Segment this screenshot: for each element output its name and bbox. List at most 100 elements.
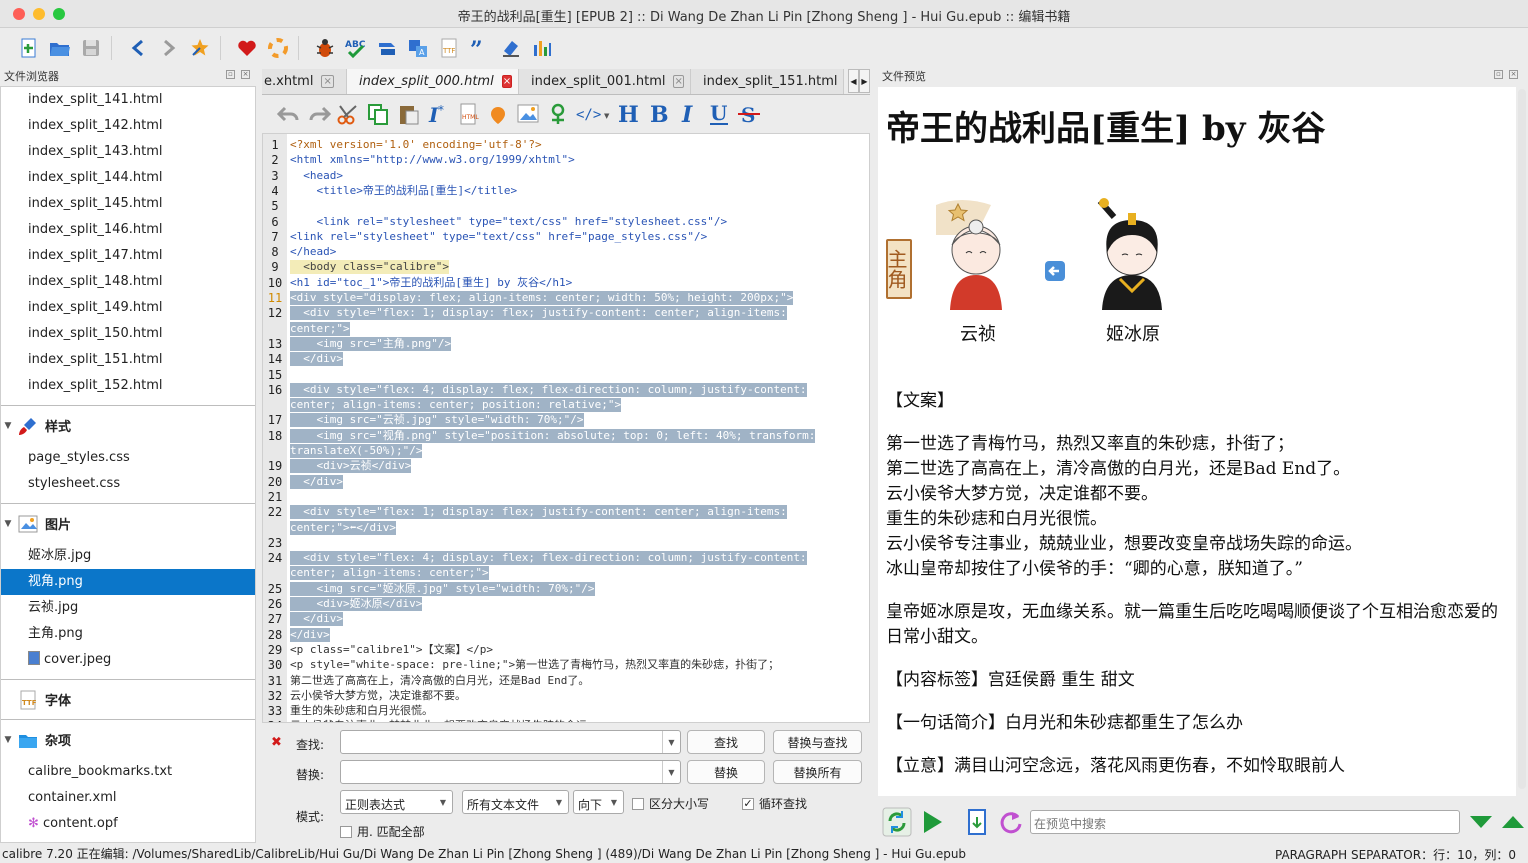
checkbox-box[interactable] — [340, 825, 352, 838]
file-item-html[interactable]: index_split_146.html — [1, 217, 255, 243]
checkpoint-icon[interactable] — [185, 33, 214, 62]
file-item-html[interactable]: index_split_149.html — [1, 295, 255, 321]
insert-special-char-icon[interactable]: I * — [426, 102, 452, 126]
wrap-checkbox[interactable]: ✓ 循环查找 — [742, 795, 807, 812]
find-history-dropdown-icon[interactable]: ▼ — [662, 731, 680, 753]
close-panel-button[interactable]: × — [1509, 70, 1518, 79]
file-item-image[interactable]: cover.jpeg — [1, 647, 255, 673]
file-item-html[interactable]: index_split_152.html — [1, 373, 255, 399]
close-tab-icon[interactable]: × — [673, 75, 684, 88]
preview-scrollbar[interactable] — [1518, 89, 1526, 789]
tab-index-split-000[interactable]: index_split_000.html × — [347, 69, 519, 94]
sync-icon[interactable] — [998, 809, 1024, 835]
file-item-css[interactable]: stylesheet.css — [1, 471, 255, 497]
open-folder-icon[interactable] — [45, 33, 74, 62]
file-item-html[interactable]: index_split_148.html — [1, 269, 255, 295]
direction-select[interactable]: 向下 ▼ — [573, 790, 624, 814]
file-item-html[interactable]: index_split_143.html — [1, 139, 255, 165]
file-item-image[interactable]: 云祯.jpg — [1, 595, 255, 621]
float-panel-button[interactable]: ▫ — [1494, 70, 1503, 79]
cut-icon[interactable] — [336, 102, 362, 126]
expand-arrow-icon[interactable]: ▼ — [1, 421, 15, 431]
file-item-image[interactable]: 视角.png — [1, 569, 255, 595]
forward-icon[interactable] — [154, 33, 183, 62]
search-previous-icon[interactable] — [1500, 812, 1526, 832]
replace-input[interactable]: ▼ — [340, 760, 681, 784]
scope-select[interactable]: 所有文本文件 ▼ — [462, 790, 569, 814]
underline-icon[interactable]: U — [706, 102, 732, 126]
paste-icon[interactable] — [396, 102, 422, 126]
expand-arrow-icon[interactable]: ▼ — [1, 735, 15, 745]
file-item-html[interactable]: index_split_144.html — [1, 165, 255, 191]
insert-link-icon[interactable] — [546, 102, 572, 126]
italic-icon[interactable]: I — [676, 102, 702, 126]
redo-icon[interactable] — [306, 102, 332, 126]
tab-scroll-right-icon[interactable]: ▶ — [859, 69, 870, 93]
close-find-icon[interactable]: ✖ — [271, 735, 282, 750]
file-item-image[interactable]: 姬冰原.jpg — [1, 543, 255, 569]
file-item-html[interactable]: index_split_151.html — [1, 347, 255, 373]
copy-icon[interactable] — [366, 102, 392, 126]
file-item-html[interactable]: index_split_141.html — [1, 87, 255, 113]
insert-tag-icon[interactable] — [486, 102, 512, 126]
smart-quotes-icon[interactable]: ” — [465, 33, 494, 62]
heading-icon[interactable]: H — [616, 102, 642, 126]
spellcheck-icon[interactable]: ABC — [341, 33, 370, 62]
replace-and-find-button[interactable]: 替换与查找 — [773, 730, 862, 754]
tab-scroll-left-icon[interactable]: ◀ — [848, 69, 859, 93]
expand-arrow-icon[interactable]: ▼ — [1, 519, 15, 529]
case-sensitive-checkbox[interactable]: 区分大小写 — [632, 795, 709, 812]
back-icon[interactable] — [123, 33, 152, 62]
search-next-icon[interactable] — [1468, 812, 1494, 832]
file-item-html[interactable]: index_split_142.html — [1, 113, 255, 139]
category-fonts[interactable]: TTF 字体 — [1, 679, 255, 719]
file-item-misc[interactable]: calibre_bookmarks.txt — [1, 759, 255, 785]
lifebuoy-icon[interactable] — [263, 33, 292, 62]
tab-index-split-151[interactable]: index_split_151.html× — [691, 69, 844, 94]
float-panel-button[interactable]: ▫ — [226, 70, 235, 79]
undo-icon[interactable] — [276, 102, 302, 126]
replace-history-dropdown-icon[interactable]: ▼ — [662, 761, 680, 783]
split-html-icon[interactable] — [966, 808, 990, 836]
file-item-html[interactable]: index_split_150.html — [1, 321, 255, 347]
file-item-html[interactable]: index_split_147.html — [1, 243, 255, 269]
checkbox-box-checked[interactable]: ✓ — [742, 797, 754, 810]
strikethrough-icon[interactable]: S — [736, 102, 762, 126]
tab-index-split-001[interactable]: index_split_001.html × — [519, 69, 691, 94]
category-misc[interactable]: ▼ 杂项 — [1, 719, 255, 759]
translate-icon[interactable]: A — [403, 33, 432, 62]
refresh-preview-icon[interactable] — [882, 807, 912, 837]
replace-button[interactable]: 替换 — [687, 760, 765, 784]
reports-icon[interactable] — [372, 33, 401, 62]
insert-image-icon[interactable] — [516, 102, 542, 126]
donate-heart-icon[interactable] — [232, 33, 261, 62]
file-item-css[interactable]: page_styles.css — [1, 445, 255, 471]
close-panel-button[interactable]: × — [241, 70, 250, 79]
statistics-icon[interactable] — [527, 33, 556, 62]
bold-icon[interactable]: B — [646, 102, 672, 126]
mode-select[interactable]: 正则表达式 ▼ — [340, 790, 453, 814]
preview-search-input[interactable]: 在预览中搜索 — [1030, 810, 1460, 834]
category-images[interactable]: ▼ 图片 — [1, 503, 255, 543]
code-editor[interactable]: 1 <?xml version='1.0' encoding='utf-8'?> 2… — [262, 133, 870, 723]
font-file-icon[interactable]: TTF — [434, 33, 463, 62]
auto-refresh-play-icon[interactable] — [916, 807, 946, 837]
close-tab-icon[interactable]: × — [321, 75, 334, 88]
save-icon[interactable] — [76, 33, 105, 62]
new-file-icon[interactable] — [14, 33, 43, 62]
file-item-misc[interactable]: container.xml — [1, 785, 255, 811]
check-book-bug-icon[interactable] — [310, 33, 339, 62]
category-styles[interactable]: ▼ 样式 — [1, 405, 255, 445]
find-button[interactable]: 查找 — [687, 730, 765, 754]
close-tab-icon[interactable]: × — [501, 75, 513, 88]
file-item-image[interactable]: 主角.png — [1, 621, 255, 647]
file-item-html[interactable]: index_split_145.html — [1, 191, 255, 217]
replace-all-button[interactable]: 替换所有 — [773, 760, 862, 784]
dot-all-checkbox[interactable]: 用. 匹配全部 — [340, 823, 425, 840]
insert-html-file-icon[interactable]: HTML — [456, 102, 482, 126]
find-input[interactable]: ▼ — [340, 730, 681, 754]
insert-tag-code-icon[interactable]: </> ▼ — [576, 102, 612, 126]
checkbox-box[interactable] — [632, 797, 644, 810]
tab-xhtml[interactable]: e.xhtml × — [262, 69, 347, 94]
remove-formatting-icon[interactable] — [496, 33, 525, 62]
